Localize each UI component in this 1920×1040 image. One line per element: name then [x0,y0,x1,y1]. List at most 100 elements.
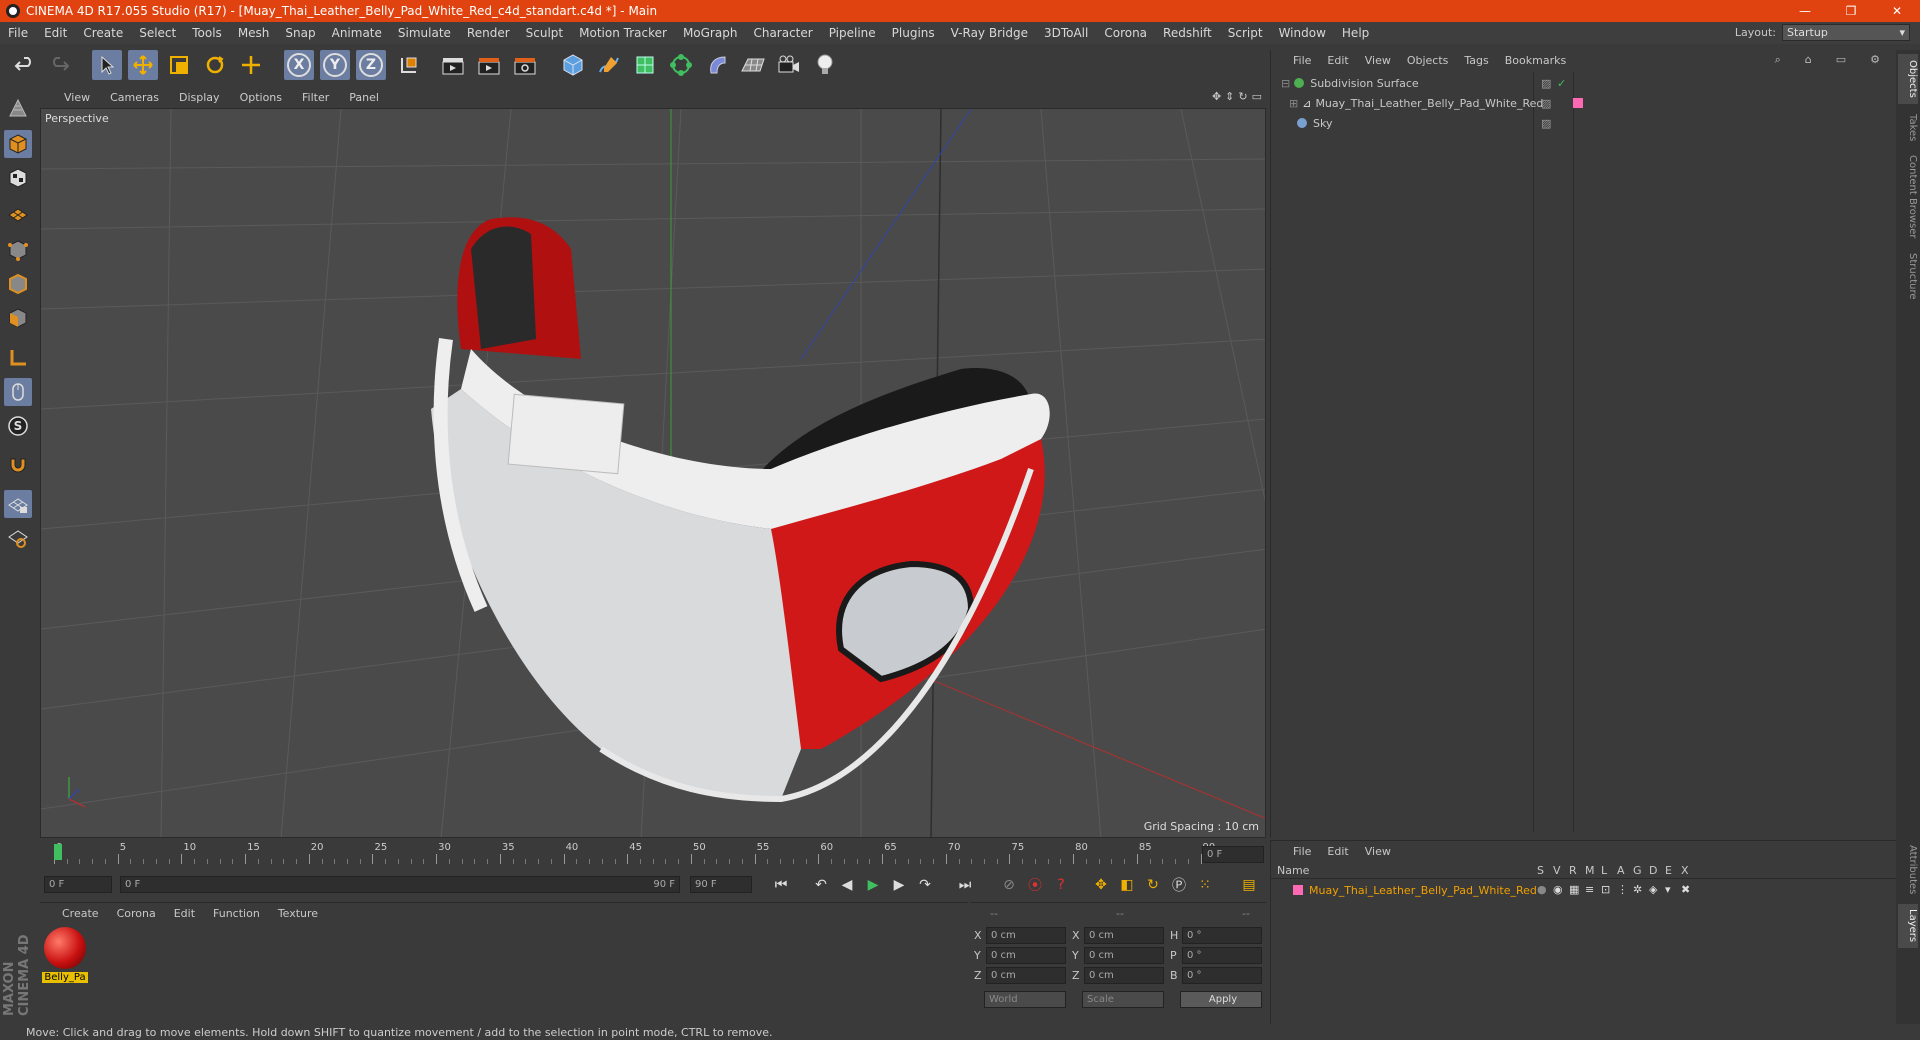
menu-create[interactable]: Create [75,26,131,40]
add-deformer-button[interactable] [702,50,732,80]
xref-icon[interactable]: ✖ [1681,883,1690,896]
layer-color-swatch[interactable] [1293,885,1303,895]
move-tool-button[interactable] [128,50,158,80]
model-mode-button[interactable] [4,130,32,158]
tab-layers[interactable]: Layers [1898,904,1918,948]
timeline-ruler[interactable]: 051015202530354045505560657075808590 [54,842,1215,866]
menu-file[interactable]: File [0,26,36,40]
deformer-icon[interactable]: ◈ [1649,883,1657,896]
size-x-field[interactable]: 0 cm [1084,927,1164,944]
playhead[interactable] [54,844,62,860]
viewport-maximize-icon[interactable]: ▭ [1252,90,1262,103]
coordinate-mode-dropdown[interactable]: World [984,991,1066,1008]
menu-snap[interactable]: Snap [277,26,323,40]
viewport-move-icon[interactable]: ✥ [1212,90,1221,103]
viewport-menu-panel[interactable]: Panel [339,91,389,104]
expand-icon[interactable]: ⊞ [1289,97,1298,110]
visibility-toggle-icon[interactable]: ▨ [1541,77,1551,90]
material-tag-icon[interactable] [1573,98,1583,108]
render-picture-viewer-button[interactable] [474,50,504,80]
play-button[interactable]: ▶ [862,874,884,896]
edges-mode-button[interactable] [4,270,32,298]
menu-pipeline[interactable]: Pipeline [821,26,884,40]
add-generator-button[interactable] [630,50,660,80]
current-frame-field[interactable]: 0 F [1202,846,1264,863]
rotation-b-field[interactable]: 0 ° [1182,967,1262,984]
new-window-icon[interactable]: ▭ [1828,53,1854,67]
workplane-lock-button[interactable] [4,490,32,518]
x-axis-lock-button[interactable]: X [284,50,314,80]
position-y-field[interactable]: 0 cm [986,947,1066,964]
3d-viewport[interactable]: Perspective Grid Spacing : 10 cm [40,108,1266,838]
axis-mode-button[interactable] [4,344,32,372]
om-menu-view[interactable]: View [1357,54,1399,67]
rotation-h-field[interactable]: 0 ° [1182,927,1262,944]
layer-row[interactable]: Muay_Thai_Leather_Belly_Pad_White_Red ● … [1271,881,1897,899]
collapse-icon[interactable]: ⊟ [1281,77,1290,90]
previous-frame-button[interactable]: ◀ [836,874,858,896]
layer-menu-view[interactable]: View [1357,845,1399,858]
add-light-button[interactable] [810,50,840,80]
maximize-button[interactable]: ❐ [1828,0,1874,22]
manager-icon[interactable]: ≡ [1585,883,1594,896]
key-position-button[interactable]: ✥ [1090,874,1112,896]
snap-button[interactable] [4,452,32,480]
undo-button[interactable] [10,50,40,80]
om-menu-objects[interactable]: Objects [1399,54,1457,67]
texture-mode-button[interactable] [4,164,32,192]
visibility-toggle-icon[interactable]: ▨ [1541,117,1551,130]
make-editable-button[interactable] [4,94,32,122]
autokey-button[interactable]: ? [1050,874,1072,896]
menu-edit[interactable]: Edit [36,26,75,40]
rotation-p-field[interactable]: 0 ° [1182,947,1262,964]
size-mode-dropdown[interactable]: Scale [1082,991,1164,1008]
menu-plugins[interactable]: Plugins [884,26,943,40]
viewport-menu-display[interactable]: Display [169,91,230,104]
add-camera-button[interactable] [774,50,804,80]
menu-select[interactable]: Select [131,26,184,40]
scale-tool-button[interactable] [164,50,194,80]
tab-content-browser[interactable]: Content Browser [1898,152,1918,242]
enabled-check-icon[interactable]: ✓ [1557,77,1566,90]
key-pla-button[interactable]: ⁙ [1194,874,1216,896]
om-menu-bookmarks[interactable]: Bookmarks [1497,54,1574,67]
tab-objects[interactable]: Objects [1898,54,1918,104]
render-view-button[interactable] [438,50,468,80]
eye-icon[interactable]: ◉ [1553,883,1563,896]
viewport-menu-options[interactable]: Options [230,91,292,104]
next-key-button[interactable]: ↷ [914,874,936,896]
menu-window[interactable]: Window [1271,26,1334,40]
add-array-button[interactable] [666,50,696,80]
redo-button[interactable] [44,50,74,80]
workplane-mode-button[interactable] [4,198,32,226]
menu-sculpt[interactable]: Sculpt [518,26,571,40]
object-row-subdivision[interactable]: ⊟ Subdivision Surface ▨ ✓ [1271,74,1897,92]
menu-help[interactable]: Help [1334,26,1377,40]
menu-3dtoall[interactable]: 3DToAll [1036,26,1096,40]
om-menu-edit[interactable]: Edit [1319,54,1356,67]
viewport-menu-filter[interactable]: Filter [292,91,339,104]
home-icon[interactable]: ⌂ [1797,53,1820,67]
viewport-menu-cameras[interactable]: Cameras [100,91,169,104]
apply-button[interactable]: Apply [1180,991,1262,1008]
key-rotation-button[interactable]: ↻ [1142,874,1164,896]
object-row-belly-pad[interactable]: ⊞ ⊿ Muay_Thai_Leather_Belly_Pad_White_Re… [1271,94,1897,112]
previous-key-button[interactable]: ↶ [810,874,832,896]
go-to-start-button[interactable]: ⏮ [770,874,792,896]
start-frame-field[interactable]: 0 F [44,876,112,893]
size-z-field[interactable]: 0 cm [1084,967,1164,984]
preview-range-slider[interactable]: 0 F 90 F [120,876,680,893]
go-to-end-button[interactable]: ⏭ [954,874,976,896]
position-x-field[interactable]: 0 cm [986,927,1066,944]
om-menu-file[interactable]: File [1271,54,1319,67]
add-spline-button[interactable] [594,50,624,80]
points-mode-button[interactable] [4,236,32,264]
material-swatch[interactable]: Belly_Pa [42,927,88,985]
render-icon[interactable]: ▦ [1569,883,1579,896]
menu-vray-bridge[interactable]: V-Ray Bridge [943,26,1036,40]
timeline-window-button[interactable]: ▤ [1238,874,1260,896]
key-scale-button[interactable]: ◧ [1116,874,1138,896]
viewport-zoom-icon[interactable]: ⇕ [1225,90,1234,103]
tab-takes[interactable]: Takes [1898,108,1918,148]
record-button[interactable]: ⦿ [1024,874,1046,896]
